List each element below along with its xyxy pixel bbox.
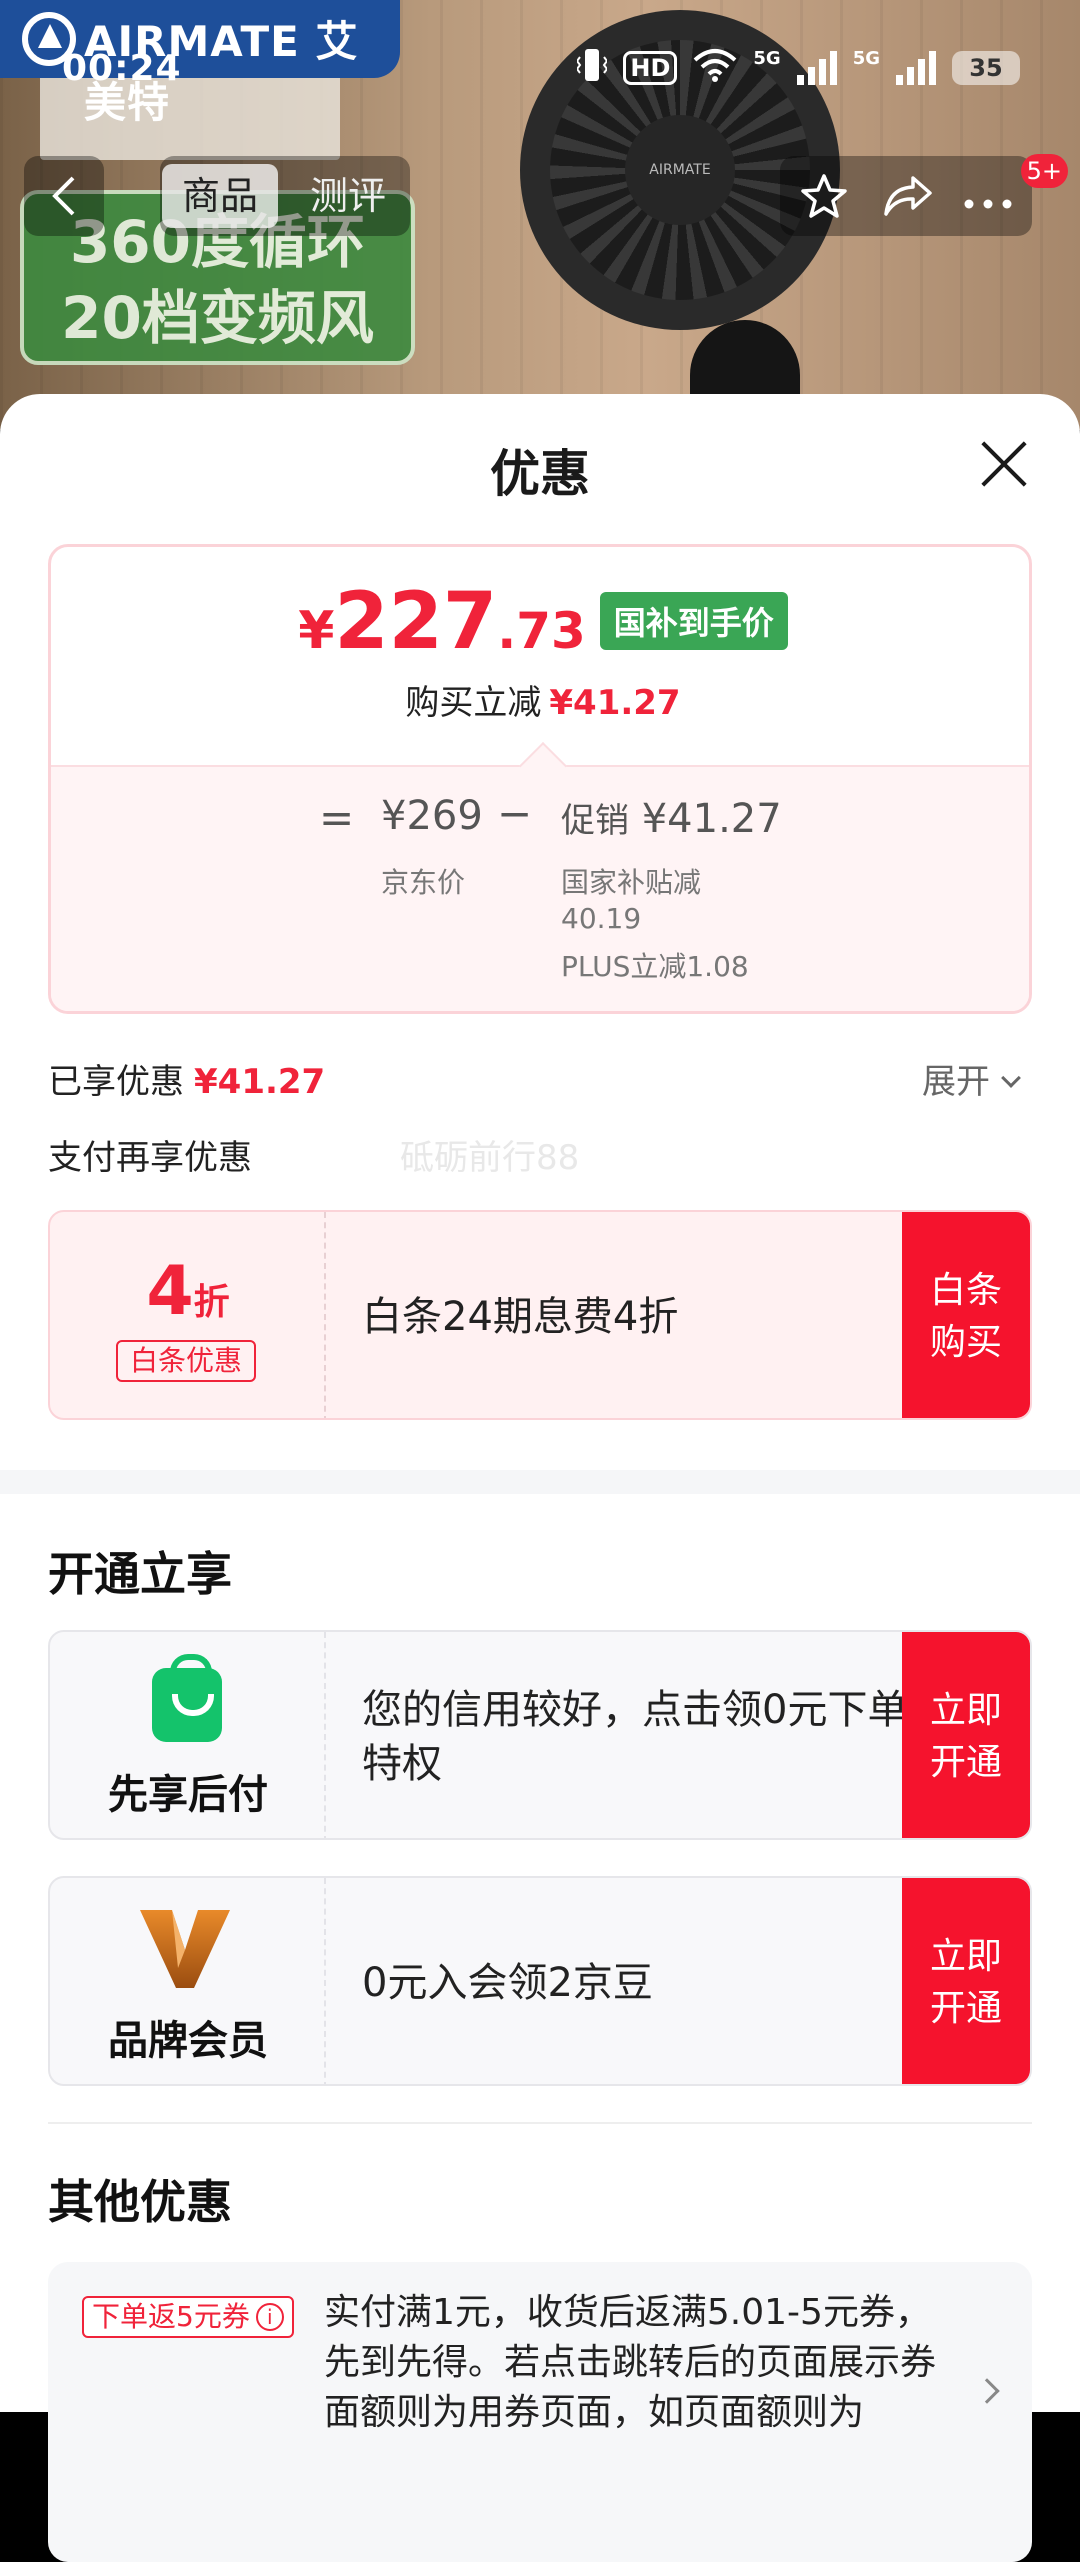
star-icon: [801, 174, 847, 218]
promo-label: 促销: [561, 801, 629, 841]
brand-v-icon: [140, 1910, 230, 1988]
share-button[interactable]: [868, 156, 948, 236]
fan-logo: AIRMATE: [625, 115, 735, 225]
pay-later-open-button[interactable]: 立即 开通: [902, 1632, 1030, 1838]
open-section-title: 开通立享: [48, 1547, 232, 1601]
baitiao-discount-panel: 4折 白条优惠: [50, 1212, 326, 1418]
baitiao-discount: 4折: [50, 1252, 326, 1331]
status-icons: HD 5G 5G 35: [576, 47, 1020, 90]
share-icon: [884, 176, 932, 216]
wifi-icon: [693, 48, 737, 89]
status-time: 00:24: [62, 48, 182, 89]
coupon-tag: 下单返5元券 i: [82, 2296, 294, 2338]
section-divider: [0, 1470, 1080, 1494]
price-breakdown: = ¥269 − 促销 ¥41.27 京东价 国家补贴减 40.19 PLUS立…: [51, 741, 1029, 1011]
cta-line: 白条: [929, 1270, 1002, 1311]
other-section-title: 其他优惠: [48, 2175, 232, 2229]
chevron-left-icon: [52, 176, 75, 216]
cta-line: 立即: [929, 1936, 1002, 1977]
promo-value: ¥41.27: [641, 796, 782, 842]
baitiao-buy-button[interactable]: 白条 购买: [902, 1212, 1030, 1418]
instant-discount-value: ¥41.27: [549, 683, 681, 723]
breakdown-notch: [518, 741, 568, 791]
signal-icon-1: [796, 51, 837, 85]
chevron-right-icon: [974, 2378, 1000, 2404]
coupon-desc: 实付满1元，收货后返满5.01-5元券，先到先得。若点击跳转后的页面展示券面额则…: [324, 2292, 937, 2433]
close-icon[interactable]: [978, 438, 1030, 490]
price-currency: ¥: [298, 601, 335, 661]
watermark: 砥砺前行88: [400, 1138, 580, 1178]
instant-discount-label: 购买立减: [405, 683, 542, 723]
enjoyed-value: ¥41.27: [194, 1062, 326, 1102]
equals-sign: =: [319, 793, 355, 842]
discount-number: 4: [146, 1252, 194, 1331]
subsidy-detail-label: 国家补贴减: [561, 866, 702, 899]
payment-offers-title: 支付再享优惠: [48, 1138, 252, 1178]
baitiao-badge: 白条优惠: [116, 1340, 256, 1382]
expand-label: 展开: [922, 1062, 990, 1102]
cta-line: 购买: [929, 1322, 1002, 1363]
minus-sign: −: [497, 789, 533, 838]
section-separator: [48, 2122, 1032, 2124]
vibrate-icon: [576, 47, 609, 90]
chevron-down-icon: [1001, 1068, 1021, 1088]
discount-unit: 折: [193, 1282, 230, 1323]
back-button[interactable]: [24, 156, 104, 236]
cta-line: 立即: [929, 1690, 1002, 1731]
more-icon: [964, 199, 1012, 209]
enjoyed-discount: 已享优惠 ¥41.27: [48, 1054, 325, 1103]
network-type-2: 5G: [852, 48, 880, 69]
brand-member-name: 品牌会员: [108, 2018, 268, 2064]
favorite-button[interactable]: [784, 156, 864, 236]
baitiao-desc: 白条24期息费4折: [362, 1294, 679, 1340]
subsidy-price-tag: 国补到手价: [599, 592, 788, 650]
price-card: ¥227.73 国补到手价 购买立减 ¥41.27 = ¥269 − 促销 ¥41.…: [48, 544, 1032, 1014]
more-button[interactable]: [948, 156, 1028, 236]
nav-tabs: 商品 测评: [160, 156, 410, 236]
brand-member-desc: 0元入会领2京豆: [362, 1960, 653, 2006]
status-bar: 00:24 HD 5G 5G 35: [0, 0, 1080, 110]
price-integer: 227: [334, 577, 498, 667]
baitiao-offer-card[interactable]: 4折 白条优惠 白条24期息费4折 白条购买: [48, 1210, 1032, 1420]
shopping-bag-icon: [152, 1654, 222, 1742]
jd-price: ¥269: [381, 793, 483, 839]
enjoyed-label: 已享优惠: [48, 1062, 184, 1102]
hd-voice-icon: HD: [623, 51, 678, 85]
brand-member-card[interactable]: 品牌会员 0元入会领2京豆 立即开通: [48, 1876, 1032, 2086]
price-decimal: .73: [497, 602, 586, 660]
offers-sheet: 优惠 ¥227.73 国补到手价 购买立减 ¥41.27 = ¥269 − 促销 ¥…: [0, 394, 1080, 2562]
pay-later-desc: 您的信用较好，点击领0元下单特权: [362, 1687, 908, 1787]
jd-price-caption: 京东价: [381, 866, 466, 899]
subsidy-detail-value: 40.19: [561, 902, 642, 935]
tab-product[interactable]: 商品: [162, 164, 278, 228]
cta-line: 开通: [929, 1988, 1002, 2029]
expand-toggle[interactable]: 展开: [922, 1054, 1021, 1103]
sheet-title: 优惠: [490, 445, 590, 503]
cta-line: 开通: [929, 1742, 1002, 1783]
signal-icon-2: [896, 51, 936, 85]
coupon-tag-label: 下单返5元券: [92, 2300, 250, 2333]
promo-total: 促销 ¥41.27: [561, 793, 782, 842]
network-type-1: 5G: [753, 48, 781, 69]
pay-later-name: 先享后付: [108, 1772, 268, 1818]
pay-later-panel: 先享后付: [50, 1632, 326, 1838]
final-price: ¥227.73 国补到手价: [51, 577, 1029, 667]
instant-discount: 购买立减 ¥41.27: [51, 675, 1029, 724]
pay-later-card[interactable]: 先享后付 您的信用较好，点击领0元下单特权 立即开通: [48, 1630, 1032, 1840]
plus-discount-detail: PLUS立减1.08: [561, 950, 749, 983]
brand-member-open-button[interactable]: 立即 开通: [902, 1878, 1030, 2084]
coupon-offer-card[interactable]: 下单返5元券 i 实付满1元，收货后返满5.01-5元券，先到先得。若点击跳转后的…: [48, 2262, 1032, 2562]
promo-line-2: 20档变频风: [61, 284, 374, 352]
nav-actions: [780, 156, 1032, 236]
battery-icon: 35: [952, 51, 1020, 85]
message-count-badge: 5+: [1020, 154, 1068, 188]
tab-reviews[interactable]: 测评: [298, 164, 398, 228]
brand-member-panel: 品牌会员: [50, 1878, 326, 2084]
info-icon[interactable]: i: [255, 2303, 284, 2331]
